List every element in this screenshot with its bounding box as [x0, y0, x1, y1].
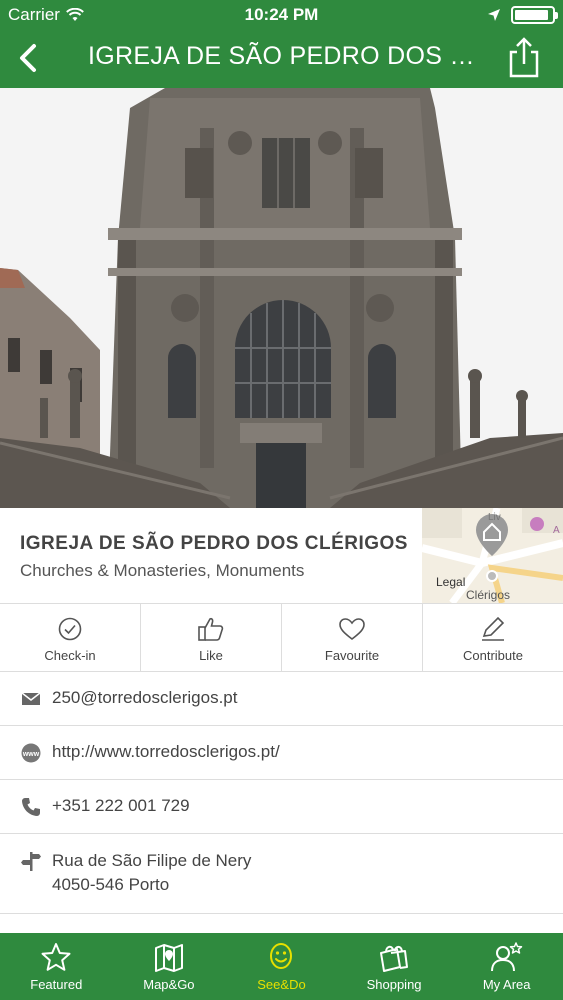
contribute-label: Contribute [463, 648, 523, 663]
favourite-label: Favourite [324, 648, 380, 663]
checkin-button[interactable]: Check-in [0, 604, 141, 671]
status-bar: Carrier 10:24 PM [0, 0, 563, 30]
signpost-icon [21, 852, 41, 871]
heart-icon [339, 618, 365, 641]
check-circle-icon [58, 617, 82, 641]
globe-icon: www [21, 743, 41, 763]
location-arrow-icon [488, 9, 500, 21]
mini-map[interactable]: Liv A Legal Clérigos [422, 508, 563, 603]
smiley-icon [270, 943, 293, 969]
map-label-right: A [553, 525, 560, 536]
user-star-icon [490, 942, 522, 972]
tab-seedo[interactable]: See&Do [225, 933, 338, 1000]
email-link[interactable]: 250@torredosclerigos.pt [52, 686, 237, 710]
address-row[interactable]: Rua de São Filipe de Nery 4050-546 Porto [0, 834, 563, 914]
phone-icon [22, 798, 40, 816]
place-info: IGREJA DE SÃO PEDRO DOS CLÉRIGOS Churche… [0, 508, 563, 604]
tab-featured-label: Featured [30, 977, 83, 992]
tab-seedo-label: See&Do [257, 977, 306, 992]
like-label: Like [199, 648, 223, 663]
map-label-street: Clérigos [466, 588, 511, 602]
like-button[interactable]: Like [141, 604, 282, 671]
tab-bar: Featured Map&Go See&Do Shopping My Area [0, 933, 563, 1000]
place-categories: Churches & Monasteries, Monuments [20, 561, 305, 580]
contribute-button[interactable]: Contribute [423, 604, 563, 671]
battery-icon [511, 6, 558, 24]
tab-mapgo[interactable]: Map&Go [113, 933, 226, 1000]
battery-fill [515, 10, 548, 20]
place-photo [0, 88, 563, 508]
favourite-button[interactable]: Favourite [282, 604, 423, 671]
page-title: IGREJA DE SÃO PEDRO DOS CLÉRIGOS [88, 42, 489, 70]
address-line1: Rua de São Filipe de Nery [52, 851, 252, 870]
place-name: IGREJA DE SÃO PEDRO DOS CLÉRIGOS [20, 533, 408, 554]
tab-featured[interactable]: Featured [0, 933, 113, 1000]
action-bar: Check-in Like Favourite Contribute [0, 604, 563, 672]
tab-myarea-label: My Area [482, 977, 531, 992]
star-icon [41, 943, 71, 971]
status-right [487, 6, 558, 24]
envelope-icon [21, 692, 41, 705]
shopping-bag-icon [380, 945, 409, 972]
top-bar: Carrier 10:24 PM IGREJA DE SÃO PEDRO DOS… [0, 0, 563, 88]
phone-link[interactable]: +351 222 001 729 [52, 794, 190, 818]
map-label-top: Liv [488, 512, 501, 523]
phone-row[interactable]: +351 222 001 729 [0, 780, 563, 834]
map-label-legal: Legal [436, 575, 466, 589]
thumbs-up-icon [198, 617, 224, 641]
email-row[interactable]: 250@torredosclerigos.pt [0, 672, 563, 726]
website-link[interactable]: http://www.torredosclerigos.pt/ [52, 740, 280, 764]
tab-myarea[interactable]: My Area [450, 933, 563, 1000]
svg-text:www: www [22, 751, 40, 758]
tab-mapgo-label: Map&Go [143, 977, 195, 992]
tab-shopping-label: Shopping [366, 977, 422, 992]
navigation-bar: IGREJA DE SÃO PEDRO DOS CLÉRIGOS [0, 30, 563, 88]
status-time: 10:24 PM [244, 5, 319, 24]
website-row[interactable]: www http://www.torredosclerigos.pt/ [0, 726, 563, 780]
map-icon [154, 944, 183, 972]
share-icon[interactable] [507, 36, 541, 80]
address-line2: 4050-546 Porto [52, 875, 170, 894]
pencil-icon [482, 616, 505, 641]
checkin-label: Check-in [44, 648, 96, 663]
chevron-left-icon[interactable] [10, 38, 46, 78]
tab-shopping[interactable]: Shopping [338, 933, 451, 1000]
